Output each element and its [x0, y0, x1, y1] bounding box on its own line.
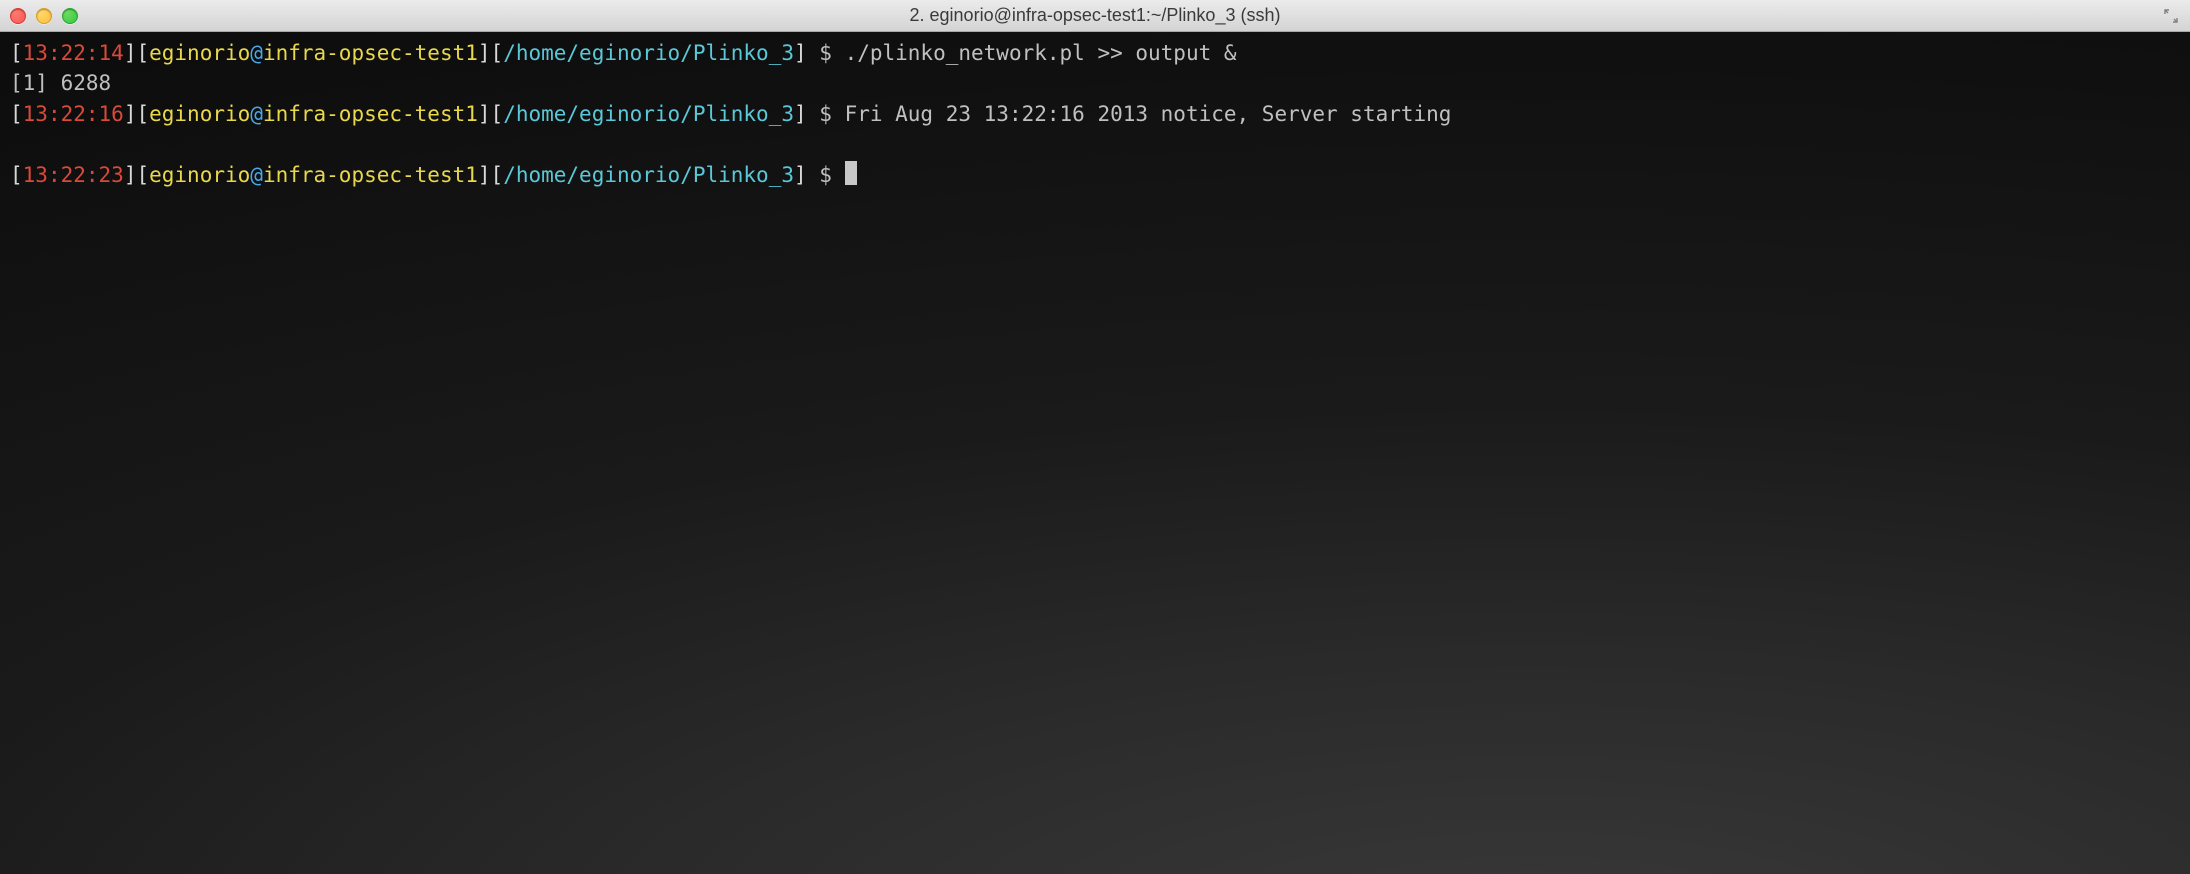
terminal-line: [13:22:23][eginorio@infra-opsec-test1][/…	[10, 160, 2180, 190]
terminal-line: [13:22:14][eginorio@infra-opsec-test1][/…	[10, 38, 2180, 68]
title-bar: 2. eginorio@infra-opsec-test1:~/Plinko_3…	[0, 0, 2190, 32]
output-text: [1] 6288	[10, 71, 111, 95]
traffic-lights	[10, 8, 78, 24]
close-button[interactable]	[10, 8, 26, 24]
bracket: ]	[794, 102, 819, 126]
command-text: ./plinko_network.pl >> output &	[845, 41, 1237, 65]
bracket: ]	[794, 163, 819, 187]
terminal-window: 2. eginorio@infra-opsec-test1:~/Plinko_3…	[0, 0, 2190, 874]
bracket: [	[136, 163, 149, 187]
bracket: [	[491, 41, 504, 65]
prompt-user: eginorio	[149, 163, 250, 187]
bracket: [	[10, 163, 23, 187]
zoom-button[interactable]	[62, 8, 78, 24]
window-title: 2. eginorio@infra-opsec-test1:~/Plinko_3…	[0, 5, 2190, 26]
prompt-host: infra-opsec-test1	[263, 102, 478, 126]
prompt-time: 13:22:14	[23, 41, 124, 65]
prompt-dollar: $	[819, 102, 844, 126]
bracket: ]	[124, 41, 137, 65]
prompt-host: infra-opsec-test1	[263, 163, 478, 187]
prompt-at: @	[250, 163, 263, 187]
bracket: ]	[478, 163, 491, 187]
prompt-at: @	[250, 102, 263, 126]
bracket: [	[136, 41, 149, 65]
bracket: ]	[124, 102, 137, 126]
bracket: ]	[478, 41, 491, 65]
bracket: [	[10, 102, 23, 126]
prompt-path: /home/eginorio/Plinko_3	[503, 163, 794, 187]
fullscreen-icon[interactable]	[2162, 7, 2180, 25]
prompt-at: @	[250, 41, 263, 65]
prompt-path: /home/eginorio/Plinko_3	[503, 102, 794, 126]
bracket: ]	[478, 102, 491, 126]
prompt-path: /home/eginorio/Plinko_3	[503, 41, 794, 65]
prompt-time: 13:22:16	[23, 102, 124, 126]
prompt-user: eginorio	[149, 41, 250, 65]
terminal-line: [13:22:16][eginorio@infra-opsec-test1][/…	[10, 99, 2180, 129]
bracket: [	[10, 41, 23, 65]
command-text: Fri Aug 23 13:22:16 2013 notice, Server …	[845, 102, 1452, 126]
bracket: [	[491, 102, 504, 126]
bracket: [	[136, 102, 149, 126]
prompt-dollar: $	[819, 41, 844, 65]
prompt-dollar: $	[819, 163, 844, 187]
terminal-line: [1] 6288	[10, 68, 2180, 98]
minimize-button[interactable]	[36, 8, 52, 24]
cursor	[845, 161, 857, 185]
prompt-time: 13:22:23	[23, 163, 124, 187]
bracket: ]	[794, 41, 819, 65]
terminal-content[interactable]: [13:22:14][eginorio@infra-opsec-test1][/…	[0, 32, 2190, 874]
prompt-host: infra-opsec-test1	[263, 41, 478, 65]
bracket: [	[491, 163, 504, 187]
terminal-line	[10, 129, 2180, 159]
prompt-user: eginorio	[149, 102, 250, 126]
bracket: ]	[124, 163, 137, 187]
